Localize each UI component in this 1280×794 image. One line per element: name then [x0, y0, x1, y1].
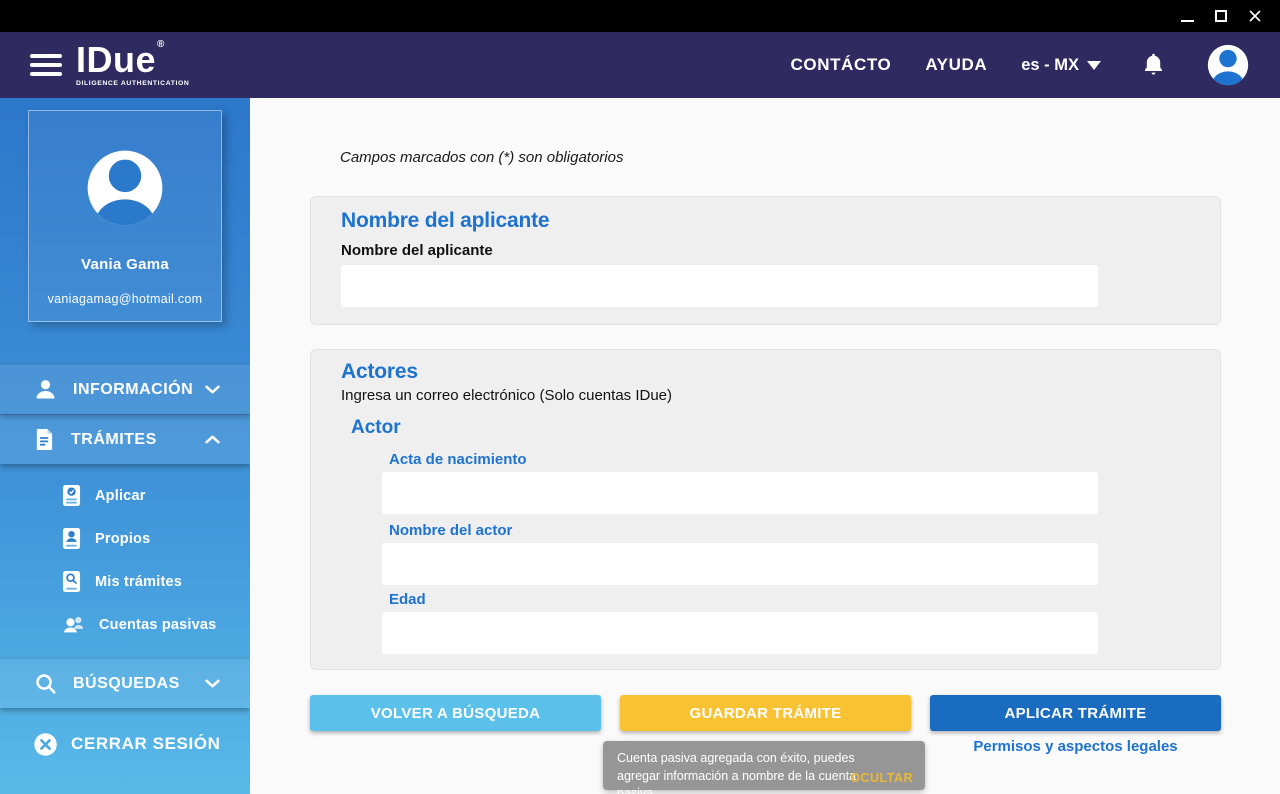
applicant-section-title: Nombre del aplicante [341, 209, 550, 232]
menu-toggle-button[interactable] [30, 49, 62, 81]
actor-name-input[interactable] [382, 543, 1098, 585]
toast-notification: Cuenta pasiva agregada con éxito, puedes… [603, 741, 925, 794]
profile-card: Vania Gama vaniagamag@hotmail.com [28, 110, 222, 322]
chevron-up-icon [205, 435, 220, 444]
chevron-down-icon [205, 385, 220, 394]
profile-email: vaniagamag@hotmail.com [47, 292, 203, 306]
hamburger-icon [30, 54, 62, 58]
logo-tagline: DILIGENCE AUTHENTICATION [76, 80, 190, 88]
sidebar-item-label: Propios [95, 530, 151, 547]
sidebar-item-label: Aplicar [95, 487, 146, 504]
app-header: IDue ® DILIGENCE AUTHENTICATION CONTÁCTO… [0, 32, 1280, 98]
app-window: IDue ® DILIGENCE AUTHENTICATION CONTÁCTO… [0, 0, 1280, 794]
window-minimize-button[interactable] [1172, 1, 1202, 31]
window-titlebar [0, 0, 1280, 32]
user-avatar-button[interactable] [1206, 43, 1250, 87]
sidebar-item-label: CERRAR SESIÓN [71, 734, 221, 753]
window-close-button[interactable] [1240, 1, 1270, 31]
sidebar: Vania Gama vaniagamag@hotmail.com INFORM… [0, 98, 250, 794]
birth-certificate-input[interactable] [382, 472, 1098, 514]
sidebar-nav: INFORMACIÓN TRÁMITES Aplicar Propios Mis… [0, 364, 250, 708]
person-icon [36, 380, 55, 399]
sidebar-item-propios[interactable]: Propios [0, 517, 250, 560]
toast-hide-button[interactable]: OCULTAR [850, 771, 913, 785]
apply-card-icon [62, 485, 81, 506]
sidebar-item-informacion[interactable]: INFORMACIÓN [0, 364, 250, 414]
sidebar-item-cuentas-pasivas[interactable]: Cuentas pasivas [0, 603, 250, 646]
sidebar-item-mis-tramites[interactable]: Mis trámites [0, 560, 250, 603]
applicant-name-input[interactable] [341, 265, 1098, 307]
bell-icon [1144, 53, 1163, 75]
main-content: Campos marcados con (*) son obligatorios… [250, 98, 1280, 794]
legal-permissions-link[interactable]: Permisos y aspectos legales [930, 738, 1221, 755]
nav-contact-link[interactable]: CONTÁCTO [791, 55, 892, 75]
nav-help-link[interactable]: AYUDA [925, 55, 987, 75]
required-fields-note: Campos marcados con (*) son obligatorios [340, 149, 624, 166]
sidebar-item-cerrar-sesion[interactable]: CERRAR SESIÓN [0, 720, 250, 768]
own-card-icon [62, 528, 81, 549]
actors-section: Actores Ingresa un correo electrónico (S… [310, 349, 1221, 670]
registered-mark: ® [157, 39, 165, 51]
applicant-name-label: Nombre del aplicante [341, 242, 493, 259]
form-actions: VOLVER A BÚSQUEDA GUARDAR TRÁMITE APLICA… [310, 695, 1221, 731]
tramites-submenu: Aplicar Propios Mis trámites Cuentas pas… [0, 464, 250, 658]
window-maximize-button[interactable] [1206, 1, 1236, 31]
profile-name: Vania Gama [80, 256, 170, 273]
sidebar-item-label: Cuentas pasivas [99, 616, 217, 633]
caret-down-icon [1087, 60, 1101, 70]
sidebar-item-aplicar[interactable]: Aplicar [0, 474, 250, 517]
age-input[interactable] [382, 612, 1098, 654]
minimize-icon [1180, 19, 1194, 22]
search-card-icon [62, 571, 81, 592]
sidebar-item-label: BÚSQUEDAS [73, 674, 180, 692]
birth-certificate-label: Acta de nacimiento [389, 451, 527, 468]
app-logo[interactable]: IDue ® DILIGENCE AUTHENTICATION [76, 39, 190, 88]
save-procedure-button[interactable]: GUARDAR TRÁMITE [620, 695, 911, 731]
actor-title: Actor [351, 417, 401, 438]
age-label: Edad [389, 591, 426, 608]
actors-section-subtitle: Ingresa un correo electrónico (Solo cuen… [341, 387, 673, 404]
sidebar-item-tramites[interactable]: TRÁMITES [0, 414, 250, 464]
back-to-search-button[interactable]: VOLVER A BÚSQUEDA [310, 695, 601, 731]
sidebar-item-label: TRÁMITES [71, 430, 157, 448]
toast-message: Cuenta pasiva agregada con éxito, puedes… [617, 751, 857, 794]
sidebar-item-busquedas[interactable]: BÚSQUEDAS [0, 658, 250, 708]
maximize-icon [1215, 10, 1227, 22]
logout-x-circle-icon [34, 732, 57, 756]
user-avatar-icon [1207, 44, 1249, 86]
apply-procedure-button[interactable]: APLICAR TRÁMITE [930, 695, 1221, 731]
applicant-section: Nombre del aplicante Nombre del aplicant… [310, 196, 1221, 325]
language-selector[interactable]: es - MX [1021, 56, 1101, 75]
close-icon [1249, 10, 1261, 22]
header-nav: CONTÁCTO AYUDA es - MX [791, 43, 1280, 87]
sidebar-item-label: Mis trámites [95, 573, 183, 590]
document-icon [36, 429, 53, 450]
notifications-button[interactable] [1142, 52, 1165, 78]
language-value: es - MX [1021, 55, 1079, 74]
group-icon [63, 616, 84, 633]
actors-section-title: Actores [341, 360, 418, 383]
sidebar-item-label: INFORMACIÓN [73, 380, 194, 398]
actor-name-label: Nombre del actor [389, 522, 513, 539]
profile-avatar-icon [87, 150, 163, 226]
chevron-down-icon [205, 679, 220, 688]
search-icon [36, 674, 56, 694]
logo-text: IDue [76, 39, 157, 81]
